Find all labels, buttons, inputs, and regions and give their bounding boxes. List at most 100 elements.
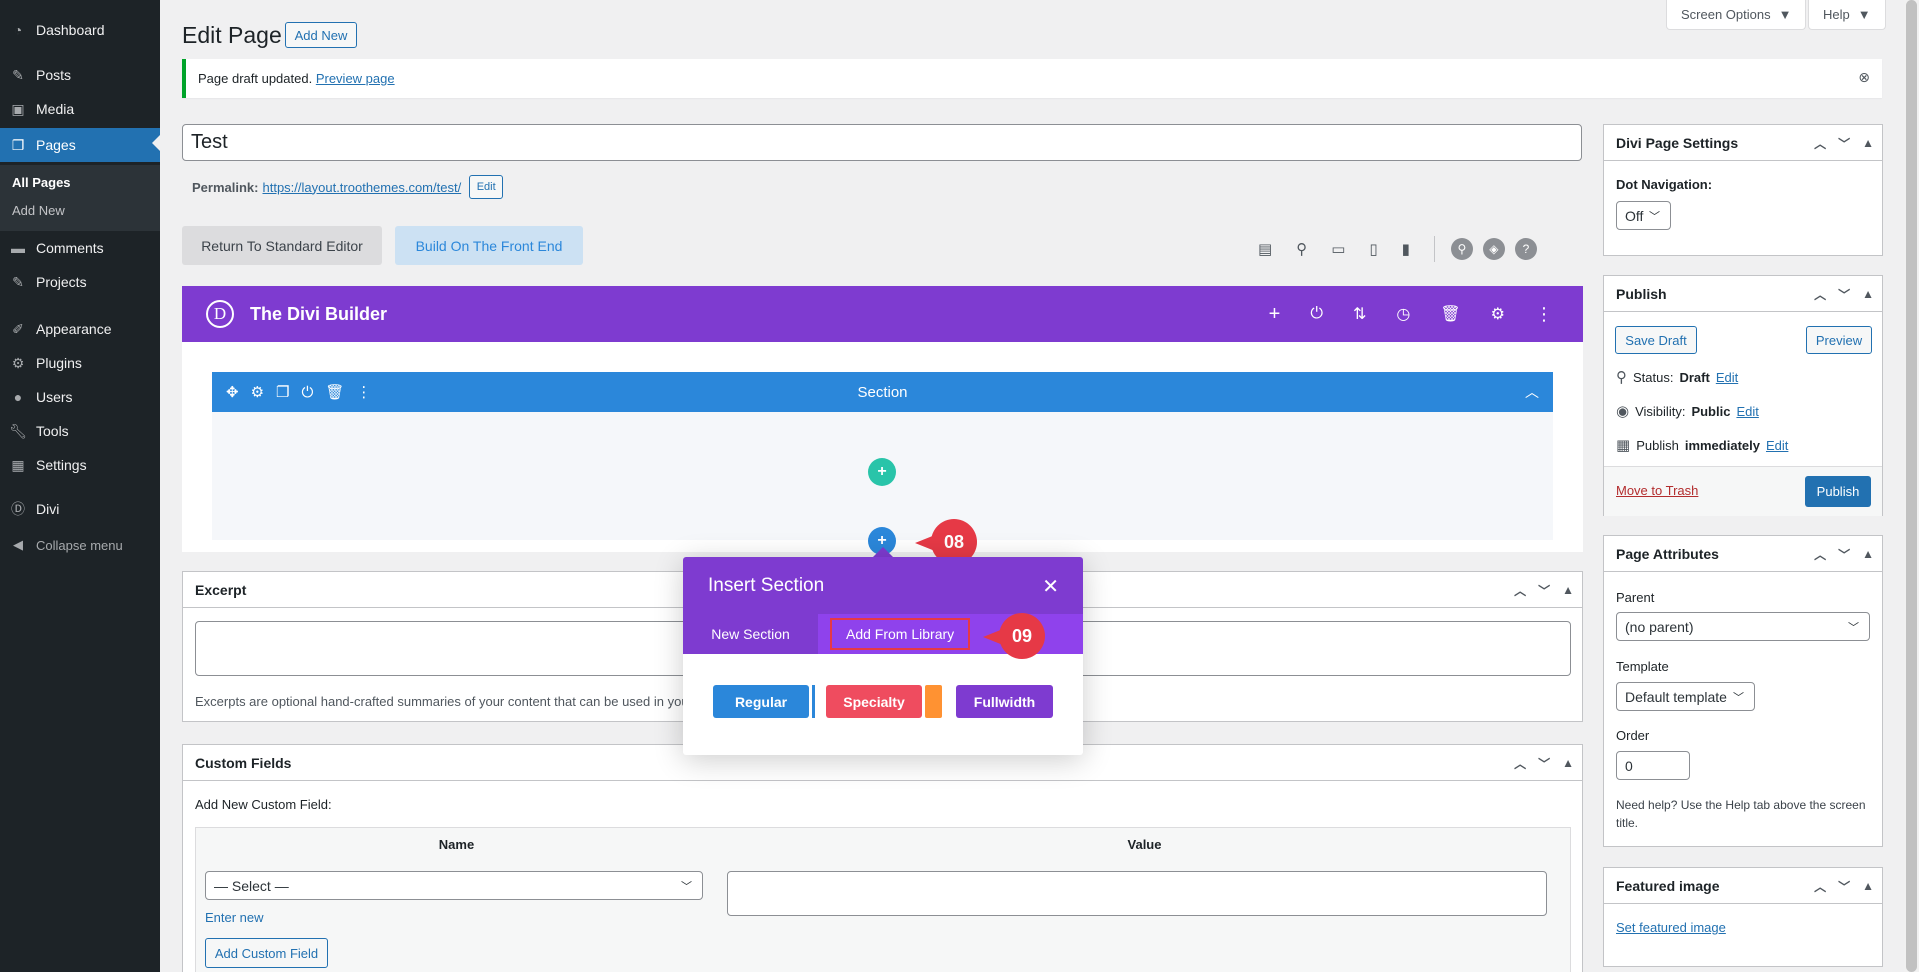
- toggle-icon[interactable]: ▲: [1562, 756, 1574, 770]
- publish-button[interactable]: Publish: [1805, 476, 1871, 507]
- postbox-controls: ︿ ﹀ ▲: [1514, 745, 1574, 781]
- set-featured-image-link[interactable]: Set featured image: [1616, 920, 1726, 935]
- user-icon: ●: [13, 389, 23, 405]
- duplicate-icon[interactable]: ❐: [276, 383, 289, 401]
- template-select[interactable]: Default template ﹀: [1616, 682, 1755, 711]
- schedule-edit-link[interactable]: Edit: [1766, 438, 1788, 453]
- section-header[interactable]: ✥ ⚙ ❐ ⏻ 🗑︎ ⋮ Section ︿: [212, 372, 1553, 412]
- preview-page-link[interactable]: Preview page: [316, 71, 395, 86]
- add-icon[interactable]: +: [1269, 303, 1281, 326]
- add-new-button[interactable]: Add New: [285, 22, 357, 48]
- dismiss-icon[interactable]: ⊗: [1858, 69, 1870, 86]
- layers-icon[interactable]: ◈: [1482, 238, 1505, 260]
- save-draft-button[interactable]: Save Draft: [1615, 326, 1697, 354]
- pages-icon: ❐: [11, 136, 25, 153]
- chevron-down-icon[interactable]: ﹀: [1838, 878, 1850, 895]
- help-icon[interactable]: ?: [1514, 238, 1537, 260]
- collapse-menu-button[interactable]: ◀ Collapse menu: [0, 530, 160, 560]
- status-edit-link[interactable]: Edit: [1716, 370, 1738, 385]
- sidebar-item-divi[interactable]: Ⓓ Divi: [0, 494, 160, 524]
- tab-add-from-library[interactable]: Add From Library: [830, 618, 971, 650]
- sidebar-item-pages[interactable]: ❐ Pages: [0, 128, 160, 162]
- sidebar-item-plugins[interactable]: ⚙ Plugins: [0, 348, 160, 378]
- return-standard-editor-button[interactable]: Return To Standard Editor: [182, 226, 382, 265]
- dot-navigation-select[interactable]: Off ﹀: [1616, 201, 1671, 230]
- order-input[interactable]: 0: [1616, 751, 1690, 780]
- desktop-icon[interactable]: ▭: [1331, 240, 1345, 258]
- gear-icon[interactable]: ⚙: [1491, 304, 1505, 324]
- chevron-down-icon[interactable]: ﹀: [1538, 755, 1550, 772]
- trash-icon[interactable]: 🗑︎: [325, 383, 344, 401]
- move-to-trash-link[interactable]: Move to Trash: [1616, 483, 1698, 498]
- sidebar-item-media[interactable]: ▣ Media: [0, 94, 160, 124]
- chevron-down-icon[interactable]: ﹀: [1838, 286, 1850, 303]
- chevron-up-icon[interactable]: ︿: [1814, 878, 1826, 895]
- preview-button[interactable]: Preview: [1806, 326, 1872, 354]
- toggle-icon[interactable]: ▲: [1862, 547, 1874, 561]
- phone-icon[interactable]: ▮: [1402, 240, 1410, 258]
- toggle-icon[interactable]: ▲: [1862, 287, 1874, 301]
- toggle-icon[interactable]: ▲: [1862, 136, 1874, 150]
- enter-new-link[interactable]: Enter new: [205, 910, 264, 925]
- sidebar-item-label: Comments: [36, 240, 104, 256]
- sidebar-item-comments[interactable]: ▬ Comments: [0, 233, 160, 263]
- sidebar-item-users[interactable]: ● Users: [0, 382, 160, 412]
- custom-field-name-select[interactable]: — Select — ﹀: [205, 871, 703, 900]
- close-icon[interactable]: ✕: [1042, 574, 1059, 599]
- chevron-up-icon[interactable]: ︿: [1514, 582, 1526, 599]
- toggle-icon[interactable]: ▲: [1562, 583, 1574, 597]
- collapse-icon: ◀: [13, 537, 23, 552]
- sidebar-item-projects[interactable]: ✎ Projects: [0, 267, 160, 297]
- power-icon[interactable]: ⏻: [301, 384, 313, 401]
- screen-options-button[interactable]: Screen Options ▼: [1666, 0, 1807, 30]
- scrollbar-track[interactable]: [1904, 0, 1919, 972]
- parent-select[interactable]: (no parent) ﹀: [1616, 612, 1870, 641]
- permalink-edit-button[interactable]: Edit: [469, 175, 504, 199]
- zoom-icon[interactable]: ⚲: [1296, 240, 1307, 258]
- chevron-down-icon[interactable]: ﹀: [1538, 582, 1550, 599]
- more-icon[interactable]: ⋮: [356, 383, 371, 401]
- specialty-section-button[interactable]: Specialty: [826, 685, 922, 718]
- scrollbar-thumb[interactable]: [1906, 0, 1917, 972]
- post-title-input[interactable]: Test: [182, 124, 1582, 161]
- chevron-up-icon[interactable]: ︿: [1814, 135, 1826, 152]
- chevron-up-icon[interactable]: ︿: [1814, 286, 1826, 303]
- search-icon[interactable]: ⚲: [1450, 238, 1473, 260]
- sidebar-item-appearance[interactable]: ✐ Appearance: [0, 314, 160, 344]
- regular-section-button[interactable]: Regular: [713, 685, 809, 718]
- brush-icon: ✐: [12, 320, 24, 337]
- chevron-down-icon[interactable]: ﹀: [1838, 546, 1850, 563]
- layout-icon[interactable]: ▤: [1258, 240, 1272, 258]
- history-icon[interactable]: ◷: [1396, 304, 1410, 324]
- tab-new-section[interactable]: New Section: [683, 614, 818, 654]
- gear-icon[interactable]: ⚙: [251, 383, 264, 401]
- fullwidth-section-button[interactable]: Fullwidth: [956, 685, 1053, 718]
- publish-box: Publish ︿ ﹀ ▲ Save Draft Preview ⚲ Statu…: [1603, 275, 1883, 516]
- permalink-link[interactable]: https://layout.troothemes.com/test/: [262, 180, 461, 195]
- submenu-all-pages[interactable]: All Pages: [12, 175, 71, 190]
- help-button[interactable]: Help ▼: [1808, 0, 1886, 30]
- build-front-end-button[interactable]: Build On The Front End: [395, 226, 583, 265]
- tablet-icon[interactable]: ▯: [1369, 240, 1377, 258]
- sidebar-item-posts[interactable]: ✎ Posts: [0, 60, 160, 90]
- move-icon[interactable]: ✥: [226, 383, 239, 401]
- chevron-up-icon[interactable]: ︿: [1514, 755, 1526, 772]
- trash-icon[interactable]: 🗑︎: [1440, 304, 1460, 324]
- chevron-down-icon[interactable]: ﹀: [1838, 135, 1850, 152]
- toggle-icon[interactable]: ▲: [1862, 879, 1874, 893]
- power-icon[interactable]: ⏻: [1310, 305, 1323, 323]
- custom-field-value-textarea[interactable]: [727, 871, 1547, 916]
- add-custom-field-button[interactable]: Add Custom Field: [205, 938, 328, 968]
- comment-icon: ▬: [11, 240, 25, 256]
- sidebar-item-dashboard[interactable]: ◔ Dashboard: [0, 15, 160, 45]
- more-icon[interactable]: ⋮: [1535, 304, 1553, 325]
- submenu-add-new[interactable]: Add New: [12, 203, 65, 218]
- sidebar-item-settings[interactable]: ▦ Settings: [0, 450, 160, 480]
- chevron-up-icon[interactable]: ︿: [1814, 546, 1826, 563]
- sort-icon[interactable]: ⇅: [1353, 304, 1366, 324]
- add-row-button[interactable]: +: [868, 458, 896, 486]
- caret-down-icon: ▼: [1857, 7, 1871, 22]
- sidebar-item-tools[interactable]: 🔧︎ Tools: [0, 416, 160, 446]
- visibility-edit-link[interactable]: Edit: [1736, 404, 1758, 419]
- chevron-up-icon[interactable]: ︿: [1525, 382, 1539, 402]
